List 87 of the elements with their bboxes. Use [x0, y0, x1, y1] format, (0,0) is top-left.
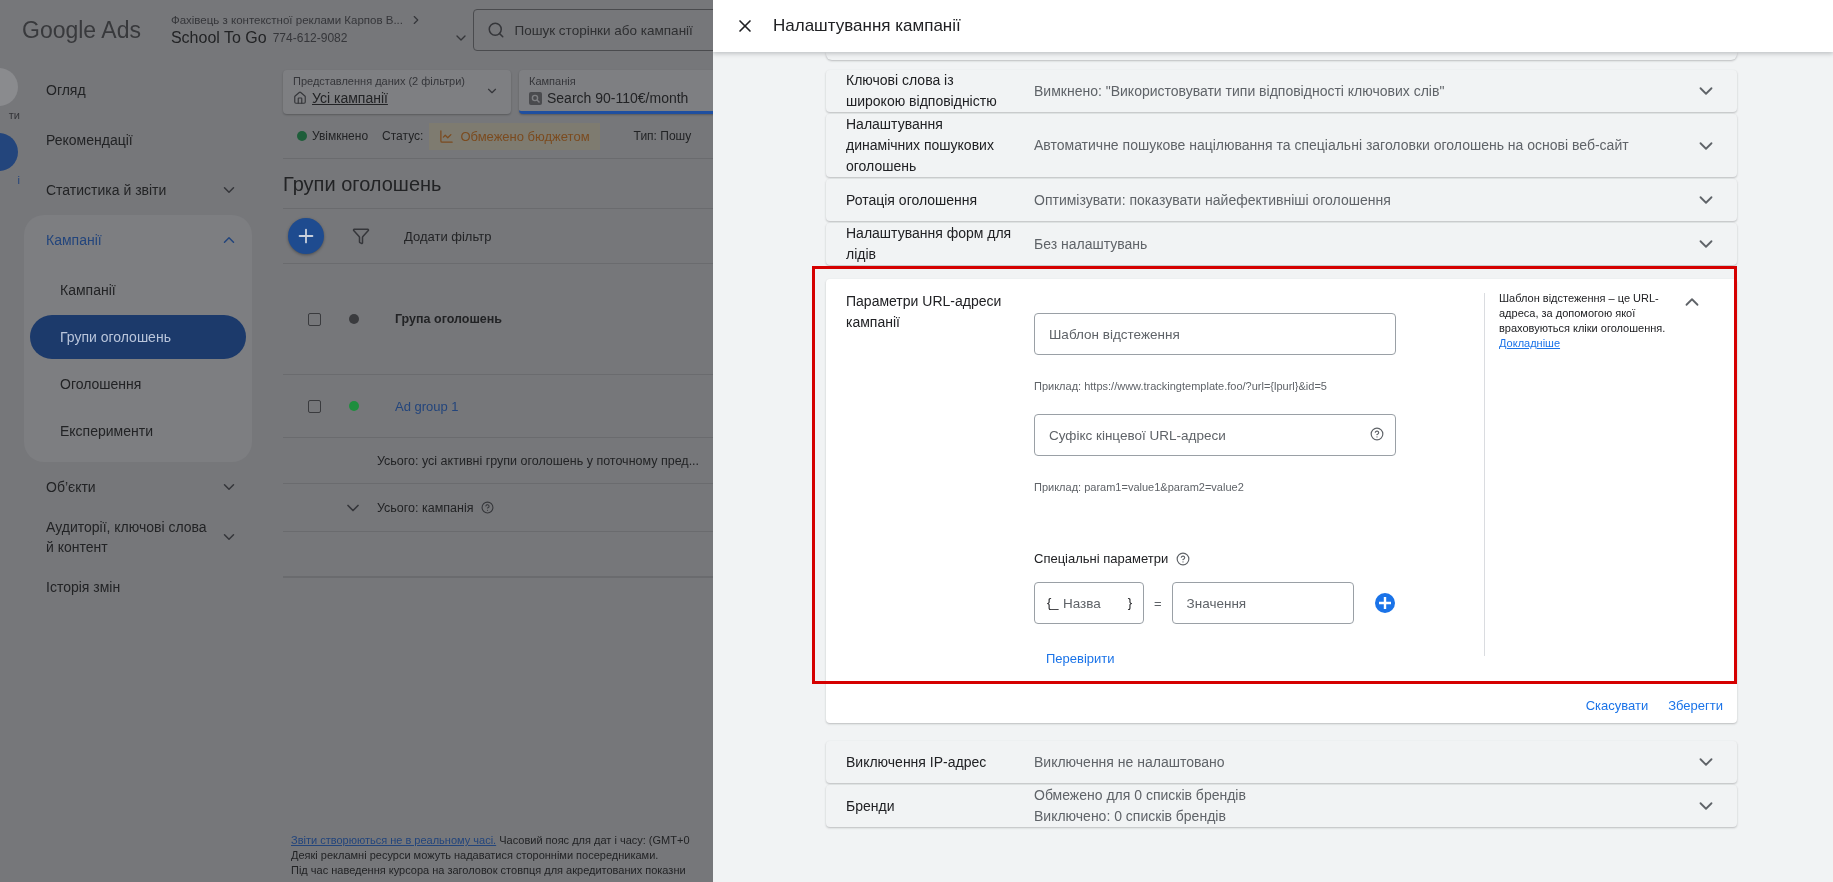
action-button[interactable]: Скасувати	[1585, 698, 1649, 713]
filter-card[interactable]: Представлення даних (2 фільтри) Усі кампанії	[283, 70, 511, 114]
filter-value: Search 90-110€/month	[547, 90, 689, 106]
settings-card[interactable]: Виключення IP-адрес Виключення не налаштовано	[826, 741, 1737, 783]
footer-text: Часовий пояс для дат і часу: (GMT+0	[499, 834, 690, 846]
page-title: Групи оголошень	[283, 173, 443, 196]
column-header[interactable]: Група оголошень	[395, 312, 503, 326]
section-value: Обмежено для 0 списків брендів	[1034, 786, 1247, 805]
check-link[interactable]: Перевірити	[1046, 651, 1115, 666]
checkbox[interactable]	[308, 399, 321, 413]
settings-card[interactable]: Налаштування динамічних пошукових оголошень Автоматичне пошукове націлювання та спеціальні заголовки оголошень на основі веб-сайт	[826, 114, 1737, 177]
rail-label: ти	[8, 109, 20, 121]
section-value: Виключено: 0 списків брендів	[1034, 807, 1227, 826]
panel-title: Налаштування кампанії	[773, 16, 961, 36]
nav-item[interactable]: Аудиторії, ключові слова й контент	[24, 512, 252, 562]
param-value-field[interactable]: Значення	[1171, 582, 1354, 624]
checkbox[interactable]	[308, 312, 321, 326]
filter-icon[interactable]	[352, 227, 370, 245]
settings-card[interactable]: Налаштування форм для лідів Без налаштувань	[826, 223, 1737, 265]
section-value: Без налаштувань	[1034, 234, 1149, 254]
input-field[interactable]: Суфікс кінцевої URL-адреси	[1034, 414, 1396, 456]
section-value: Вимкнено: "Використовувати типи відповідності ключових слів"	[1034, 81, 1446, 101]
settings-card[interactable]: Бренди Обмежено для 0 списків брендів Виключено: 0 списків брендів	[826, 785, 1737, 827]
nav-subitem[interactable]: Експерименти	[30, 409, 246, 453]
section-label: Ротація оголошення	[846, 190, 979, 210]
reports-link[interactable]: Звіти створюються не в реальному часі.	[291, 834, 497, 846]
settings-card[interactable]: Ключові слова із широкою відповідністю Вимкнено: "Використовувати типи відповідності ключових слів"	[826, 70, 1737, 112]
help-icon[interactable]	[481, 501, 495, 514]
search-icon	[529, 91, 542, 105]
ad-group-link[interactable]: Ad group 1	[395, 398, 459, 414]
status-dot	[349, 314, 359, 324]
chart-icon	[439, 128, 455, 144]
rail-label: і	[17, 174, 20, 186]
add-icon[interactable]	[1373, 592, 1396, 614]
type-label: Тип: Пошу	[633, 129, 692, 143]
add-button[interactable]	[288, 218, 324, 254]
section-label: Налаштування форм для лідів	[846, 224, 1013, 264]
account-id: 774-612-9082	[272, 31, 348, 45]
filter-card[interactable]: Кампанія Search 90-110€/month	[519, 70, 713, 114]
nav-subitem[interactable]: Кампанії	[30, 268, 246, 312]
add-filter-link[interactable]: Додати фільтр	[404, 228, 492, 244]
section-label: Ключові слова із широкою відповідністю	[846, 71, 998, 111]
settings-card[interactable]: Ротація оголошення Оптимізувати: показувати найефективніші оголошення	[826, 179, 1737, 221]
nav-item[interactable]: Рекомендації	[24, 115, 252, 165]
summary-text: Усього: усі активні групи оголошень у поточному пред...	[377, 453, 700, 468]
status-dot	[297, 131, 307, 141]
brace-text: }	[1127, 595, 1132, 610]
footer-text: Деякі рекламні ресурси можуть надаватися сторонніми посередниками.	[291, 849, 659, 861]
section-label: Налаштування динамічних пошукових оголошень	[846, 115, 995, 176]
section-value: Виключення не налаштовано	[1034, 752, 1226, 772]
learn-more-link[interactable]: Докладніше	[1499, 336, 1681, 351]
summary-text: Усього: кампанія	[377, 500, 474, 515]
status-state: Увімкнено	[312, 129, 369, 143]
brace-text: {_	[1047, 595, 1059, 610]
account-name: School To Go	[170, 29, 267, 47]
home-icon	[293, 91, 307, 105]
input-field[interactable]: Шаблон відстеження	[1034, 313, 1396, 355]
equals-sign: =	[1154, 595, 1162, 611]
field-label: Спеціальні параметри	[1034, 551, 1169, 566]
nav-item[interactable]: Статистика й звіти	[24, 165, 252, 215]
section-label: Виключення IP-адрес	[846, 752, 988, 772]
nav-item[interactable]: Кампанії	[24, 215, 252, 265]
badge-label: Обмежено бюджетом	[460, 128, 590, 144]
nav-item[interactable]: Історія змін	[24, 562, 252, 612]
filter-caption: Кампанія	[529, 75, 577, 87]
section-value: Автоматичне пошукове націлювання та спеціальні заголовки оголошень на основі веб-сайт	[1034, 136, 1630, 155]
footer-text: Під час наведення курсора на заголовок стовпця для акредитованих показни	[291, 864, 686, 876]
search-icon	[487, 21, 506, 39]
account-path: Фахівець з контекстної реклами Карпов В...	[170, 14, 403, 26]
filter-caption: Представлення даних (2 фільтри)	[293, 75, 467, 87]
brand-name: Google Ads	[22, 16, 141, 44]
help-icon[interactable]	[1370, 427, 1384, 441]
filter-value: Усі кампанії	[312, 90, 388, 106]
example-text: Приклад: param1=value1&param2=value2	[1034, 481, 1245, 493]
status-label: Статус:	[382, 129, 424, 143]
section-label: Бренди	[846, 796, 896, 816]
help-icon[interactable]	[1176, 551, 1191, 566]
action-button[interactable]: Зберегти	[1668, 698, 1723, 713]
help-text: Шаблон відстеження – це URL-адреса, за допомогою якої враховуються кліки оголошення.	[1499, 292, 1666, 334]
nav-item[interactable]: Огляд	[24, 65, 252, 115]
nav-subitem[interactable]: Оголошення	[30, 362, 246, 406]
section-value: Оптимізувати: показувати найефективніші оголошення	[1034, 190, 1392, 210]
nav-subitem[interactable]: Групи оголошень	[30, 315, 246, 359]
example-text: Приклад: https://www.trackingtemplate.foo/?url={lpurl}&id=5	[1034, 380, 1328, 392]
nav-item[interactable]: Об’єкти	[24, 462, 252, 512]
section-label: Параметри URL-адреси кампанії	[846, 292, 1003, 332]
search-field[interactable]: Пошук сторінки або кампанії	[473, 9, 713, 51]
